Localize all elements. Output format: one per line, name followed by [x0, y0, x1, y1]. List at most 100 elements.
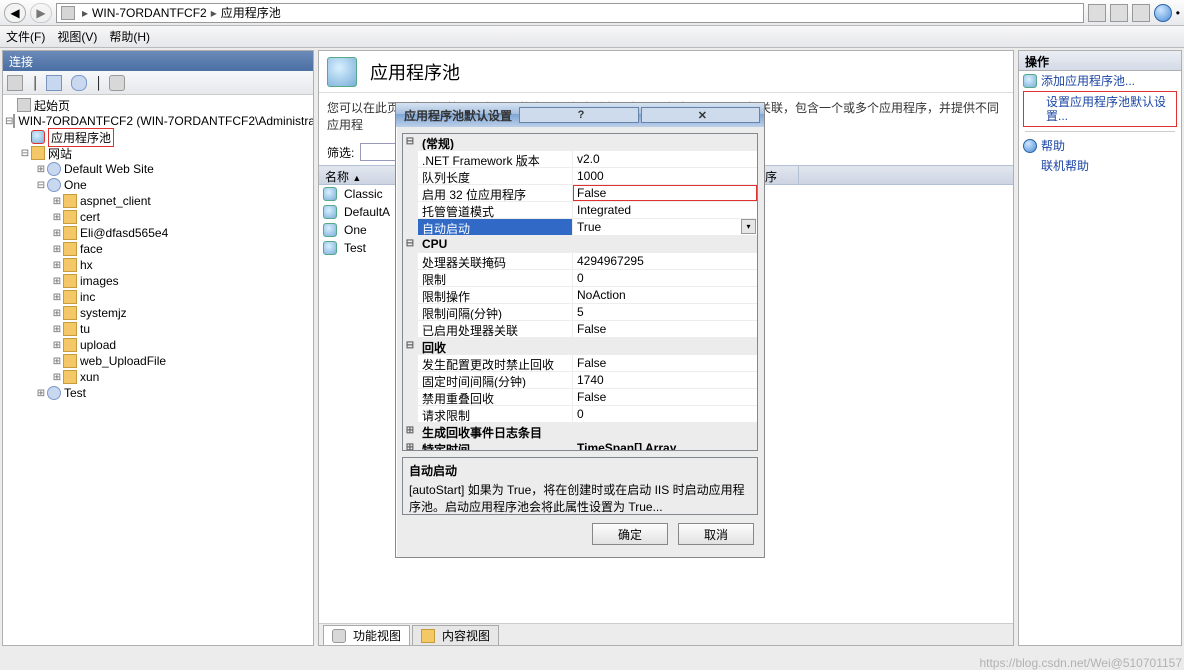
- cancel-button[interactable]: 取消: [678, 523, 754, 545]
- settings-icon[interactable]: [109, 75, 125, 91]
- connections-tree[interactable]: 起始页 ⊟WIN-7ORDANTFCF2 (WIN-7ORDANTFCF2\Ad…: [3, 95, 313, 645]
- dropdown-button[interactable]: ▾: [741, 219, 756, 234]
- prop-queue[interactable]: 队列长度1000: [403, 168, 757, 185]
- tree-folder-face[interactable]: ⊞face: [3, 241, 313, 257]
- connections-header: 连接: [3, 51, 313, 71]
- toolbar-icon-2[interactable]: [1110, 4, 1128, 22]
- tree-folder-web_UploadFile[interactable]: ⊞web_UploadFile: [3, 353, 313, 369]
- prop-limit[interactable]: 限制0: [403, 270, 757, 287]
- dialog-titlebar[interactable]: 应用程序池默认设置 ? ✕: [396, 103, 764, 127]
- actions-title: 操作: [1019, 51, 1181, 71]
- breadcrumb-section[interactable]: 应用程序池: [221, 4, 281, 21]
- property-description: 自动启动 [autoStart] 如果为 True，将在创建时或在启动 IIS …: [402, 457, 758, 515]
- menu-view[interactable]: 视图(V): [57, 28, 97, 45]
- cat-log[interactable]: ⊞生成回收事件日志条目: [403, 423, 757, 440]
- divider: │: [96, 76, 104, 90]
- dialog-close-button[interactable]: ✕: [641, 107, 760, 123]
- site-icon[interactable]: [71, 75, 87, 91]
- property-grid[interactable]: ⊟(常规) .NET Framework 版本v2.0 队列长度1000 启用 …: [402, 133, 758, 451]
- view-tabs: 功能视图 内容视图: [319, 623, 1013, 645]
- prop-pipeline[interactable]: 托管管道模式Integrated: [403, 202, 757, 219]
- toolbar-icon-1[interactable]: [1088, 4, 1106, 22]
- action-add-pool[interactable]: 添加应用程序池...: [1019, 71, 1181, 91]
- tree-folder-aspnet_client[interactable]: ⊞aspnet_client: [3, 193, 313, 209]
- help-icon[interactable]: [1154, 4, 1172, 22]
- folder-icon: [63, 354, 77, 368]
- tab-content[interactable]: 内容视图: [412, 625, 499, 645]
- ok-button[interactable]: 确定: [592, 523, 668, 545]
- tree-folder-hx[interactable]: ⊞hx: [3, 257, 313, 273]
- chevron-right-icon: ▸: [211, 6, 217, 20]
- defaults-dialog: 应用程序池默认设置 ? ✕ ⊟(常规) .NET Framework 版本v2.…: [395, 102, 765, 558]
- gear-icon: [332, 629, 346, 643]
- breadcrumb-machine[interactable]: WIN-7ORDANTFCF2: [92, 6, 207, 20]
- folder-icon: [63, 274, 77, 288]
- prop-autostart[interactable]: 自动启动True▾: [403, 219, 757, 236]
- folder-icon: [63, 210, 77, 224]
- tree-folder-tu[interactable]: ⊞tu: [3, 321, 313, 337]
- prop-limit-interval[interactable]: 限制间隔(分钟)5: [403, 304, 757, 321]
- prop-netfx[interactable]: .NET Framework 版本v2.0: [403, 151, 757, 168]
- folder-icon: [63, 194, 77, 208]
- tree-folder-images[interactable]: ⊞images: [3, 273, 313, 289]
- tree-folder-upload[interactable]: ⊞upload: [3, 337, 313, 353]
- desc-body: [autoStart] 如果为 True，将在创建时或在启动 IIS 时启动应用…: [409, 481, 751, 515]
- cat-spec-time[interactable]: ⊞特定时间TimeSpan[] Array: [403, 440, 757, 451]
- site-icon: [47, 178, 61, 192]
- tree-default-site[interactable]: ⊞Default Web Site: [3, 161, 313, 177]
- action-online-help[interactable]: 联机帮助: [1019, 156, 1181, 176]
- action-set-defaults[interactable]: 设置应用程序池默认设置...: [1023, 91, 1177, 127]
- folder-icon: [63, 290, 77, 304]
- menu-file[interactable]: 文件(F): [6, 28, 45, 45]
- action-help[interactable]: 帮助: [1019, 136, 1181, 156]
- tree-folder-cert[interactable]: ⊞cert: [3, 209, 313, 225]
- site-icon: [47, 162, 61, 176]
- prop-limit-action[interactable]: 限制操作NoAction: [403, 287, 757, 304]
- content-header: 应用程序池: [319, 51, 1013, 93]
- tree-test[interactable]: ⊞Test: [3, 385, 313, 401]
- app-pool-icon: [323, 223, 337, 237]
- breadcrumb[interactable]: ▸ WIN-7ORDANTFCF2 ▸ 应用程序池: [56, 3, 1084, 23]
- nav-toolbar: ◀ ▶ ▸ WIN-7ORDANTFCF2 ▸ 应用程序池 •: [0, 0, 1184, 26]
- cat-cpu[interactable]: ⊟CPU: [403, 236, 757, 253]
- tab-features[interactable]: 功能视图: [323, 625, 410, 645]
- chevron-right-icon: ▸: [82, 6, 88, 20]
- actions-panel: 操作 添加应用程序池... 设置应用程序池默认设置... 帮助 联机帮助: [1018, 50, 1182, 646]
- menu-help[interactable]: 帮助(H): [109, 28, 150, 45]
- prop-overlapping[interactable]: 禁用重叠回收False: [403, 389, 757, 406]
- prop-affinity[interactable]: 处理器关联掩码4294967295: [403, 253, 757, 270]
- tree-app-pools[interactable]: 应用程序池: [3, 129, 313, 145]
- folder-icon: [63, 322, 77, 336]
- folder-icon: [63, 306, 77, 320]
- tree-folder-systemjz[interactable]: ⊞systemjz: [3, 305, 313, 321]
- watermark: https://blog.csdn.net/Wei@510701157: [979, 656, 1182, 670]
- tree-one[interactable]: ⊟One: [3, 177, 313, 193]
- tree-sites[interactable]: ⊟网站: [3, 145, 313, 161]
- cat-recycle[interactable]: ⊟回收: [403, 338, 757, 355]
- nav-back-button[interactable]: ◀: [4, 3, 26, 23]
- prop-smp-enabled[interactable]: 已启用处理器关联False: [403, 321, 757, 338]
- dialog-help-button[interactable]: ?: [519, 107, 638, 123]
- menu-bar: 文件(F) 视图(V) 帮助(H): [0, 26, 1184, 48]
- save-icon[interactable]: [46, 75, 62, 91]
- app-pool-icon: [1023, 74, 1037, 88]
- prop-periodic[interactable]: 固定时间间隔(分钟)1740: [403, 372, 757, 389]
- cat-general[interactable]: ⊟(常规): [403, 134, 757, 151]
- tree-folder-Eli@dfasd565e4[interactable]: ⊞Eli@dfasd565e4: [3, 225, 313, 241]
- prop-disallow-recycle[interactable]: 发生配置更改时禁止回收False: [403, 355, 757, 372]
- start-page-icon: [17, 98, 31, 112]
- nav-forward-button[interactable]: ▶: [30, 3, 52, 23]
- col-status[interactable]: 序: [759, 166, 799, 184]
- divider: [1025, 131, 1175, 132]
- tree-folder-xun[interactable]: ⊞xun: [3, 369, 313, 385]
- tree-start-page[interactable]: 起始页: [3, 97, 313, 113]
- dropdown-arrow-icon[interactable]: •: [1176, 6, 1180, 20]
- folder-icon: [63, 370, 77, 384]
- tree-folder-inc[interactable]: ⊞inc: [3, 289, 313, 305]
- connect-icon[interactable]: [7, 75, 23, 91]
- app-pool-icon: [323, 241, 337, 255]
- toolbar-icon-3[interactable]: [1132, 4, 1150, 22]
- prop-req-limit[interactable]: 请求限制0: [403, 406, 757, 423]
- prop-enable-32bit[interactable]: 启用 32 位应用程序False: [403, 185, 757, 202]
- app-pool-icon: [323, 187, 337, 201]
